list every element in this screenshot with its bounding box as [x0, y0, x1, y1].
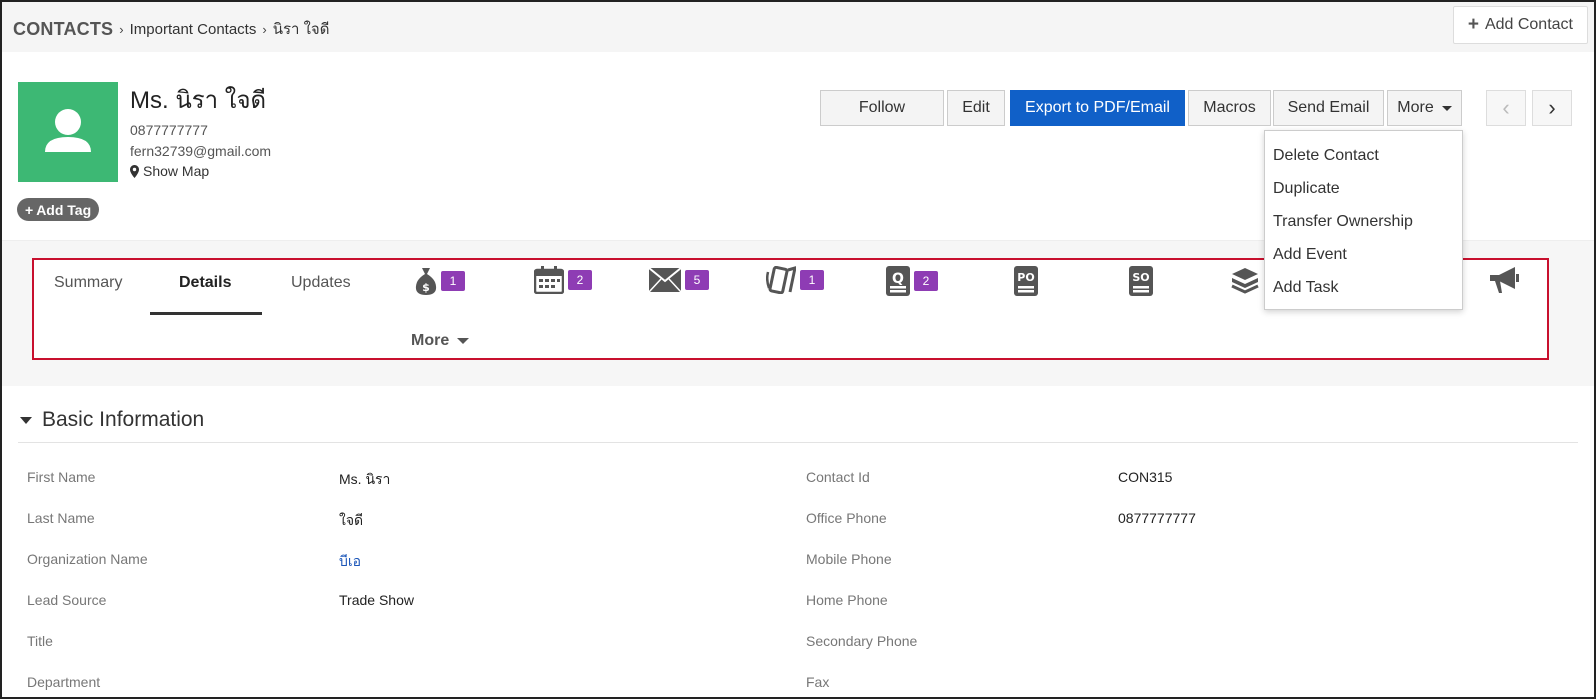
- count-badge: 2: [914, 271, 938, 291]
- tab-products[interactable]: [1230, 266, 1260, 294]
- section-toggle[interactable]: Basic Information: [20, 408, 204, 432]
- megaphone-icon: [1490, 267, 1519, 293]
- field-label: First Name: [27, 469, 96, 485]
- svg-text:PO: PO: [1017, 271, 1034, 284]
- field-label: Office Phone: [806, 510, 887, 526]
- quote-icon: Q: [886, 266, 910, 296]
- show-map-link[interactable]: Show Map: [130, 163, 209, 179]
- breadcrumb-list[interactable]: Important Contacts: [130, 21, 257, 38]
- calendar-icon: [534, 266, 564, 294]
- breadcrumb-current: นิรา ใจดี: [272, 21, 330, 38]
- next-record-button[interactable]: ›: [1532, 90, 1572, 126]
- divider: [18, 442, 1578, 443]
- send-email-button[interactable]: Send Email: [1273, 90, 1384, 126]
- chevron-right-icon: ›: [262, 21, 267, 37]
- menu-item-add-task[interactable]: Add Task: [1273, 279, 1339, 297]
- field-value: 0877777777: [1118, 510, 1196, 526]
- caret-down-icon: [1441, 105, 1452, 111]
- field-value: CON315: [1118, 469, 1173, 485]
- organization-link[interactable]: บีเอ: [339, 551, 361, 573]
- field-label: Title: [27, 633, 53, 649]
- count-badge: 1: [800, 270, 824, 290]
- field-label: Secondary Phone: [806, 633, 918, 649]
- tab-sales-orders[interactable]: SO: [1129, 266, 1153, 296]
- contact-phone[interactable]: 0877777777: [130, 122, 208, 138]
- tab-opportunities[interactable]: $ 1: [415, 266, 465, 296]
- previous-record-button[interactable]: ‹: [1486, 90, 1526, 126]
- field-value: Trade Show: [339, 592, 414, 608]
- field-label: Last Name: [27, 510, 95, 526]
- phone-call-icon: [766, 266, 796, 294]
- count-badge: 1: [441, 271, 465, 291]
- edit-button[interactable]: Edit: [947, 90, 1005, 126]
- tab-calls[interactable]: 1: [766, 266, 824, 294]
- section-title: Basic Information: [42, 408, 205, 431]
- menu-item-duplicate[interactable]: Duplicate: [1273, 180, 1340, 198]
- field-label: Contact Id: [806, 469, 870, 485]
- breadcrumb-root[interactable]: CONTACTS: [13, 19, 113, 40]
- contact-email[interactable]: fern32739@gmail.com: [130, 143, 271, 159]
- chevron-right-icon: ›: [1548, 95, 1556, 120]
- add-contact-label: Add Contact: [1484, 16, 1573, 33]
- tab-emails[interactable]: 5: [649, 268, 709, 292]
- tab-details[interactable]: Details: [179, 274, 231, 292]
- menu-item-delete-contact[interactable]: Delete Contact: [1273, 147, 1379, 165]
- contact-name: Ms. นิรา ใจดี: [130, 87, 267, 114]
- field-label: Fax: [806, 674, 830, 690]
- add-tag-button[interactable]: + Add Tag: [17, 198, 100, 221]
- chevron-left-icon: ‹: [1502, 95, 1510, 120]
- add-tag-label: Add Tag: [36, 201, 92, 218]
- basic-information-section: Basic Information First Name Ms. นิรา La…: [2, 390, 1594, 697]
- tab-campaigns[interactable]: [1487, 266, 1519, 294]
- show-map-label: Show Map: [143, 163, 210, 179]
- field-label: Lead Source: [27, 592, 107, 608]
- count-badge: 5: [685, 270, 709, 290]
- field-label: Home Phone: [806, 592, 888, 608]
- field-value: Ms. นิรา: [339, 471, 391, 487]
- avatar: [18, 82, 118, 182]
- more-actions-button[interactable]: More: [1387, 90, 1462, 126]
- count-badge: 2: [568, 270, 592, 290]
- field-value: ใจดี: [339, 512, 364, 528]
- plus-icon: +: [1467, 14, 1479, 35]
- user-icon: [45, 109, 91, 152]
- sales-order-icon: SO: [1129, 266, 1153, 296]
- chevron-right-icon: ›: [119, 21, 124, 37]
- plus-icon: +: [25, 201, 34, 218]
- breadcrumb: CONTACTS › Important Contacts › นิรา ใจด…: [13, 17, 329, 41]
- envelope-icon: [649, 268, 681, 292]
- tab-calendar[interactable]: 2: [534, 266, 592, 294]
- menu-item-transfer-ownership[interactable]: Transfer Ownership: [1273, 213, 1413, 231]
- more-actions-menu: Delete Contact Duplicate Transfer Owners…: [1264, 130, 1463, 310]
- svg-text:SO: SO: [1132, 271, 1149, 284]
- field-label: Mobile Phone: [806, 551, 892, 567]
- macros-button[interactable]: Macros: [1188, 90, 1271, 126]
- money-bag-icon: $: [415, 268, 437, 295]
- tab-purchase-orders[interactable]: PO: [1014, 266, 1038, 296]
- svg-text:Q: Q: [892, 271, 904, 287]
- app-frame: CONTACTS › Important Contacts › นิรา ใจด…: [0, 0, 1596, 699]
- field-label: Department: [27, 674, 101, 690]
- field-label: Organization Name: [27, 551, 148, 567]
- caret-down-icon: [20, 416, 32, 424]
- active-tab-indicator: [150, 312, 262, 315]
- export-pdf-email-button[interactable]: Export to PDF/Email: [1010, 90, 1185, 126]
- add-contact-button[interactable]: + Add Contact: [1452, 6, 1588, 44]
- tab-quotes[interactable]: Q 2: [886, 266, 938, 296]
- caret-down-icon: [457, 338, 470, 344]
- tab-more-dropdown[interactable]: More: [411, 332, 470, 350]
- box-icon: [1231, 268, 1259, 294]
- menu-item-add-event[interactable]: Add Event: [1273, 246, 1347, 264]
- top-bar: CONTACTS › Important Contacts › นิรา ใจด…: [2, 2, 1594, 52]
- more-actions-label: More: [1397, 99, 1434, 116]
- follow-button[interactable]: Follow: [820, 90, 944, 126]
- tab-updates[interactable]: Updates: [291, 274, 351, 292]
- svg-text:$: $: [422, 281, 430, 294]
- tab-more-label: More: [411, 332, 450, 349]
- tab-summary[interactable]: Summary: [54, 274, 122, 292]
- map-marker-icon: [130, 164, 139, 178]
- purchase-order-icon: PO: [1014, 266, 1038, 296]
